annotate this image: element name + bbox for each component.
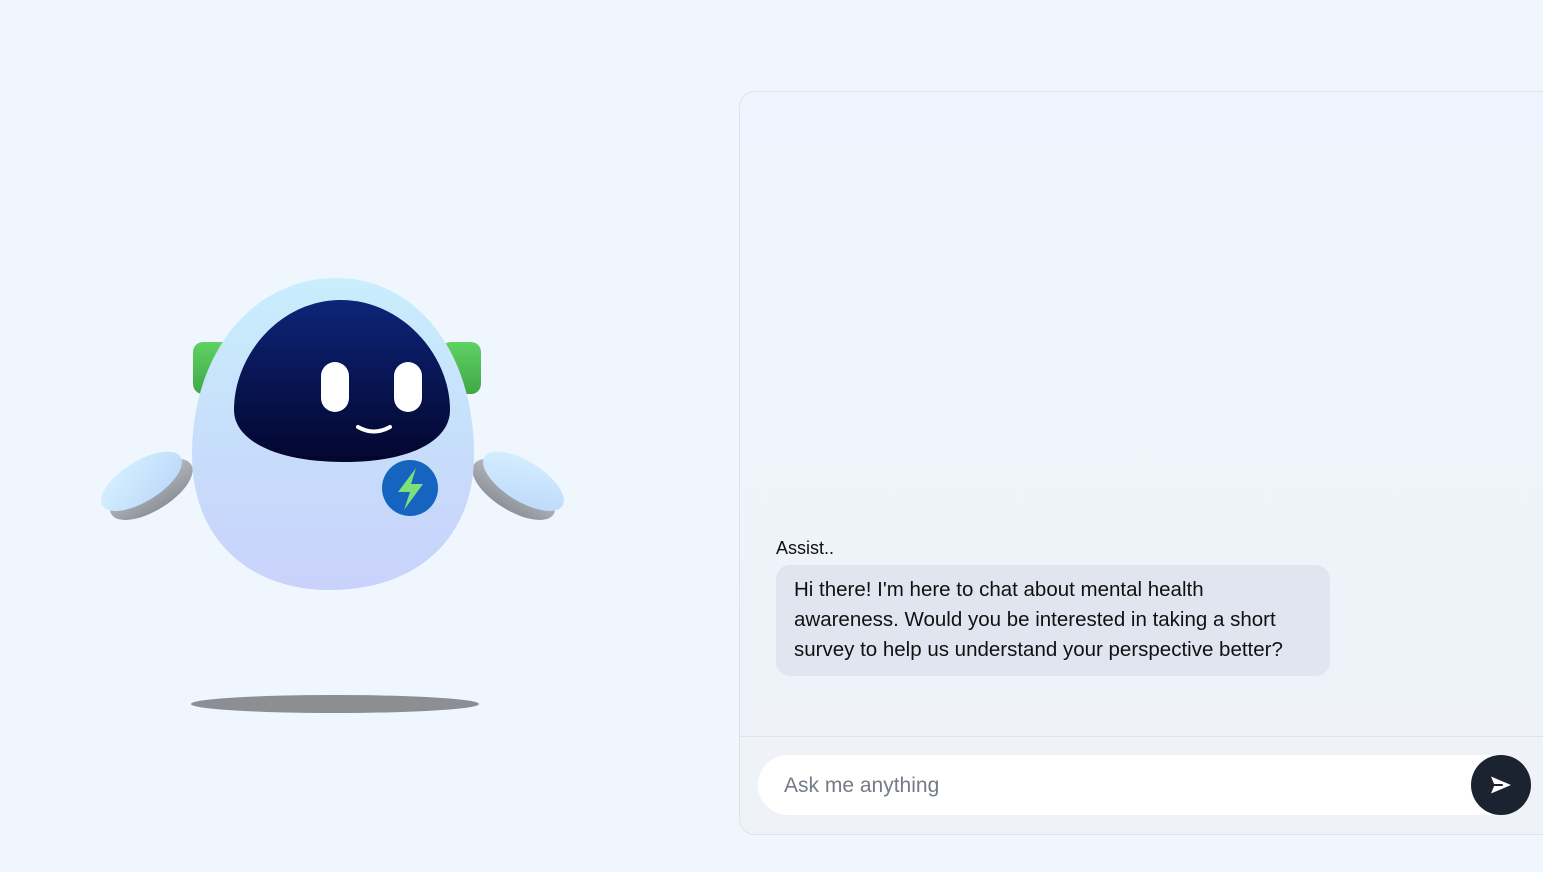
chat-input-container[interactable] [758, 755, 1518, 817]
lightning-bolt-icon [382, 460, 438, 516]
page: Assist.. Hi there! I'm here to chat abou… [0, 0, 1543, 872]
robot-mascot-icon [101, 278, 564, 713]
message-list[interactable]: Assist.. Hi there! I'm here to chat abou… [740, 92, 1543, 737]
message-bubble: Hi there! I'm here to chat about mental … [776, 565, 1330, 676]
robot-shadow [191, 695, 479, 713]
robot-mascot [100, 270, 570, 730]
composer [740, 736, 1543, 834]
send-arrow-icon [1491, 776, 1511, 794]
robot-arm-left [101, 451, 193, 520]
robot-arm-right [472, 451, 564, 520]
chat-input[interactable] [782, 755, 1466, 817]
robot-eye-left [321, 362, 349, 412]
chat-panel: Assist.. Hi there! I'm here to chat abou… [739, 91, 1543, 835]
send-button[interactable] [1471, 755, 1531, 815]
message-sender: Assist.. [776, 538, 835, 558]
assistant-message: Assist.. Hi there! I'm here to chat abou… [776, 538, 1330, 676]
robot-eye-right [394, 362, 422, 412]
